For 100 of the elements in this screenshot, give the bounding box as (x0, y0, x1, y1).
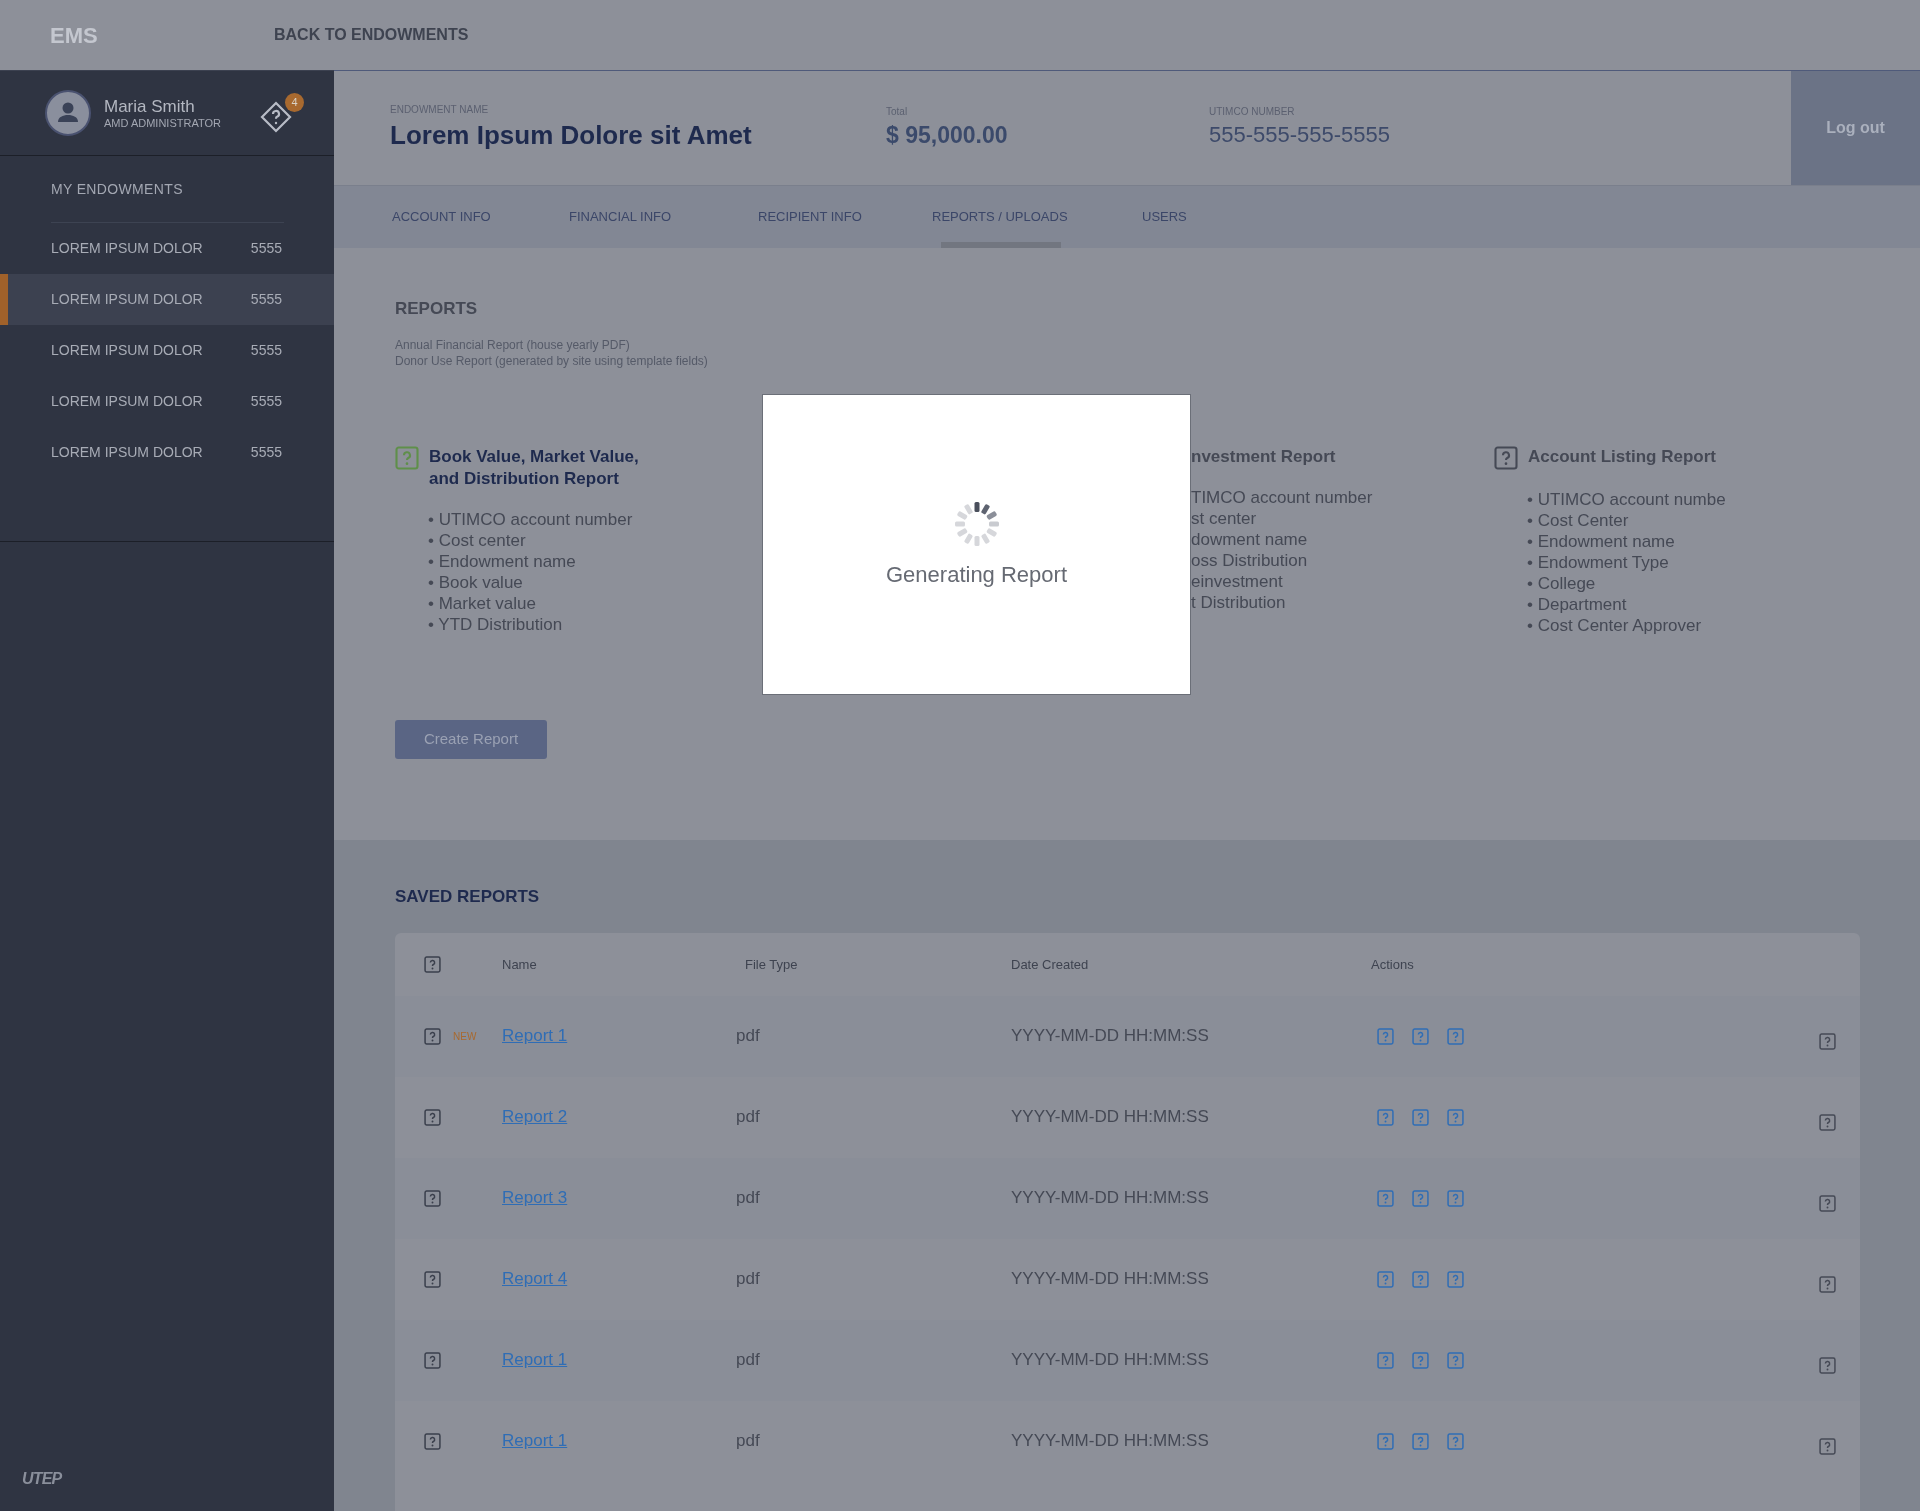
action-icon[interactable] (1412, 1432, 1429, 1450)
action-icon[interactable] (1412, 1189, 1429, 1207)
table-cell: pdf (736, 1026, 760, 1046)
list-item: • YTD Distribution (428, 613, 563, 635)
action-icon[interactable] (1447, 1351, 1464, 1369)
list-item: einvestment (1191, 570, 1283, 592)
action-icon[interactable] (1377, 1189, 1394, 1207)
section-heading: MY ENDOWMENTS (50, 180, 184, 199)
list-item: • UTIMCO account number (428, 508, 633, 530)
create-report-button[interactable]: Create Report (395, 719, 547, 759)
list-item: • UTIMCO account numbe (1527, 488, 1726, 510)
item-count: 5555 (250, 392, 282, 411)
action-icon[interactable] (1447, 1270, 1464, 1288)
user-role: AMD ADMINISTRATOR (104, 116, 222, 131)
sidebar-item[interactable]: LOREM IPSUM DOLOR 5555 (0, 325, 334, 376)
action-icon[interactable] (1447, 1189, 1464, 1207)
column-header: Date Created (1011, 957, 1089, 972)
list-item: • Cost Center (1527, 509, 1629, 531)
item-label: LOREM IPSUM DOLOR (51, 341, 204, 360)
list-item: • Cost Center Approver (1527, 614, 1702, 636)
report-link[interactable]: Report 4 (502, 1269, 568, 1289)
card-title[interactable]: Book Value, Market Value, and Distribution Report (429, 445, 669, 490)
field-value: Lorem Ipsum Dolore sit Amet (390, 118, 753, 152)
column-header: File Type (745, 957, 798, 972)
column-header: Name (502, 957, 537, 972)
sidebar-item[interactable]: LOREM IPSUM DOLOR 5555 (0, 427, 334, 478)
field-value: $ 95,000.00 (886, 120, 1009, 150)
footer-logo: UTEP (21, 1469, 63, 1489)
list-item: • Cost center (428, 529, 526, 551)
list-item: TIMCO account number (1191, 486, 1373, 508)
item-label: LOREM IPSUM DOLOR (51, 443, 204, 462)
new-label: NEW (453, 1029, 477, 1044)
list-item: • Endowment name (428, 550, 576, 572)
item-count: 5555 (250, 443, 282, 462)
sidebar-item[interactable]: LOREM IPSUM DOLOR 5555 (0, 223, 334, 274)
report-link[interactable]: Report 1 (502, 1350, 568, 1370)
tag-icon[interactable] (260, 101, 292, 133)
table-cell: YYYY-MM-DD HH:MM:SS (1011, 1188, 1209, 1208)
table-cell: YYYY-MM-DD HH:MM:SS (1011, 1350, 1209, 1370)
table-cell: YYYY-MM-DD HH:MM:SS (1011, 1026, 1209, 1046)
table-cell: YYYY-MM-DD HH:MM:SS (1011, 1431, 1209, 1451)
spinner-icon (952, 500, 1001, 548)
table-cell: pdf (736, 1188, 760, 1208)
field-value: 555-555-555-5555 (1209, 121, 1392, 149)
action-icon[interactable] (1412, 1351, 1429, 1369)
report-link[interactable]: Report 1 (502, 1026, 568, 1046)
action-icon[interactable] (1412, 1108, 1429, 1126)
action-icon[interactable] (1377, 1027, 1394, 1045)
list-item: • College (1527, 572, 1596, 594)
item-count: 5555 (250, 341, 282, 360)
item-label: LOREM IPSUM DOLOR (51, 290, 204, 309)
action-icon[interactable] (1412, 1270, 1429, 1288)
list-item: st center (1191, 507, 1257, 529)
item-label: LOREM IPSUM DOLOR (51, 239, 204, 258)
table-cell: YYYY-MM-DD HH:MM:SS (1011, 1107, 1209, 1127)
table-cell: pdf (736, 1431, 760, 1451)
logout-button[interactable]: Log out (1791, 71, 1920, 185)
action-icon[interactable] (1447, 1432, 1464, 1450)
list-item: • Department (1527, 593, 1627, 615)
tab[interactable]: RECIPIENT INFO (758, 186, 932, 248)
list-item: t Distribution (1191, 591, 1286, 613)
note-text: Annual Financial Report (house yearly PDF) (395, 336, 631, 353)
column-header: Actions (1371, 957, 1414, 972)
action-icon[interactable] (1447, 1108, 1464, 1126)
action-icon[interactable] (1377, 1108, 1394, 1126)
sidebar-item[interactable]: LOREM IPSUM DOLOR 5555 (0, 376, 334, 427)
table-cell: pdf (736, 1107, 760, 1127)
tab[interactable]: USERS (1142, 186, 1242, 248)
notification-badge: 4 (285, 93, 304, 112)
card-title[interactable]: Account Listing Report (1528, 445, 1716, 468)
action-icon[interactable] (1412, 1027, 1429, 1045)
tab[interactable]: REPORTS / UPLOADS (932, 186, 1142, 248)
back-link[interactable]: BACK TO ENDOWMENTS (274, 23, 469, 47)
report-link[interactable]: Report 2 (502, 1107, 568, 1127)
status-message: Generating Report (886, 561, 1067, 589)
card-title[interactable]: nvestment Report (1191, 445, 1336, 468)
item-count: 5555 (250, 239, 282, 258)
action-icon[interactable] (1377, 1351, 1394, 1369)
tab[interactable]: FINANCIAL INFO (569, 186, 758, 248)
list-item: • Endowment Type (1527, 551, 1669, 573)
list-item: • Book value (428, 571, 523, 593)
action-icon[interactable] (1447, 1027, 1464, 1045)
section-title: REPORTS (395, 298, 479, 320)
item-count: 5555 (250, 290, 282, 309)
list-item: • Market value (428, 592, 536, 614)
report-icon[interactable] (1494, 445, 1518, 470)
sidebar-item[interactable]: LOREM IPSUM DOLOR 5555 (0, 274, 334, 325)
list-item: oss Distribution (1191, 549, 1308, 571)
table-cell: pdf (736, 1350, 760, 1370)
action-icon[interactable] (1377, 1270, 1394, 1288)
table-cell: pdf (736, 1269, 760, 1289)
action-icon[interactable] (1377, 1432, 1394, 1450)
report-link[interactable]: Report 3 (502, 1188, 568, 1208)
report-icon[interactable] (395, 445, 419, 470)
list-item: dowment name (1191, 528, 1308, 550)
report-link[interactable]: Report 1 (502, 1431, 568, 1451)
user-name: Maria Smith (104, 95, 196, 117)
tab[interactable]: ACCOUNT INFO (392, 186, 569, 248)
item-label: LOREM IPSUM DOLOR (51, 392, 204, 411)
avatar-icon[interactable] (45, 90, 91, 136)
